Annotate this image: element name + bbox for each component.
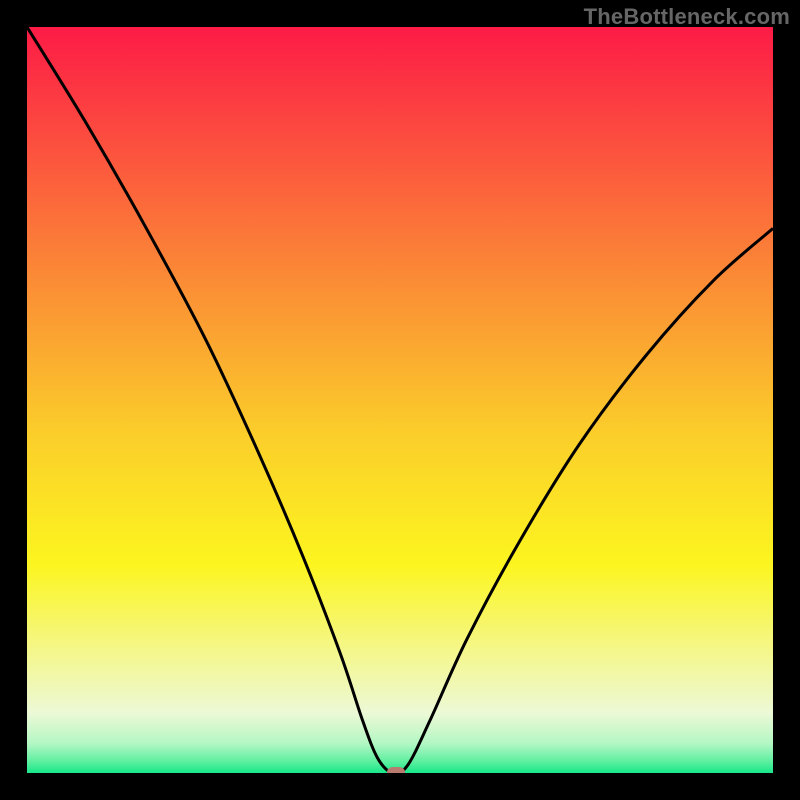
curve-layer	[27, 27, 773, 773]
optimal-point-marker	[387, 767, 405, 773]
watermark-text: TheBottleneck.com	[584, 4, 790, 30]
bottleneck-curve	[27, 27, 773, 773]
plot-area	[27, 27, 773, 773]
chart-frame: TheBottleneck.com	[0, 0, 800, 800]
